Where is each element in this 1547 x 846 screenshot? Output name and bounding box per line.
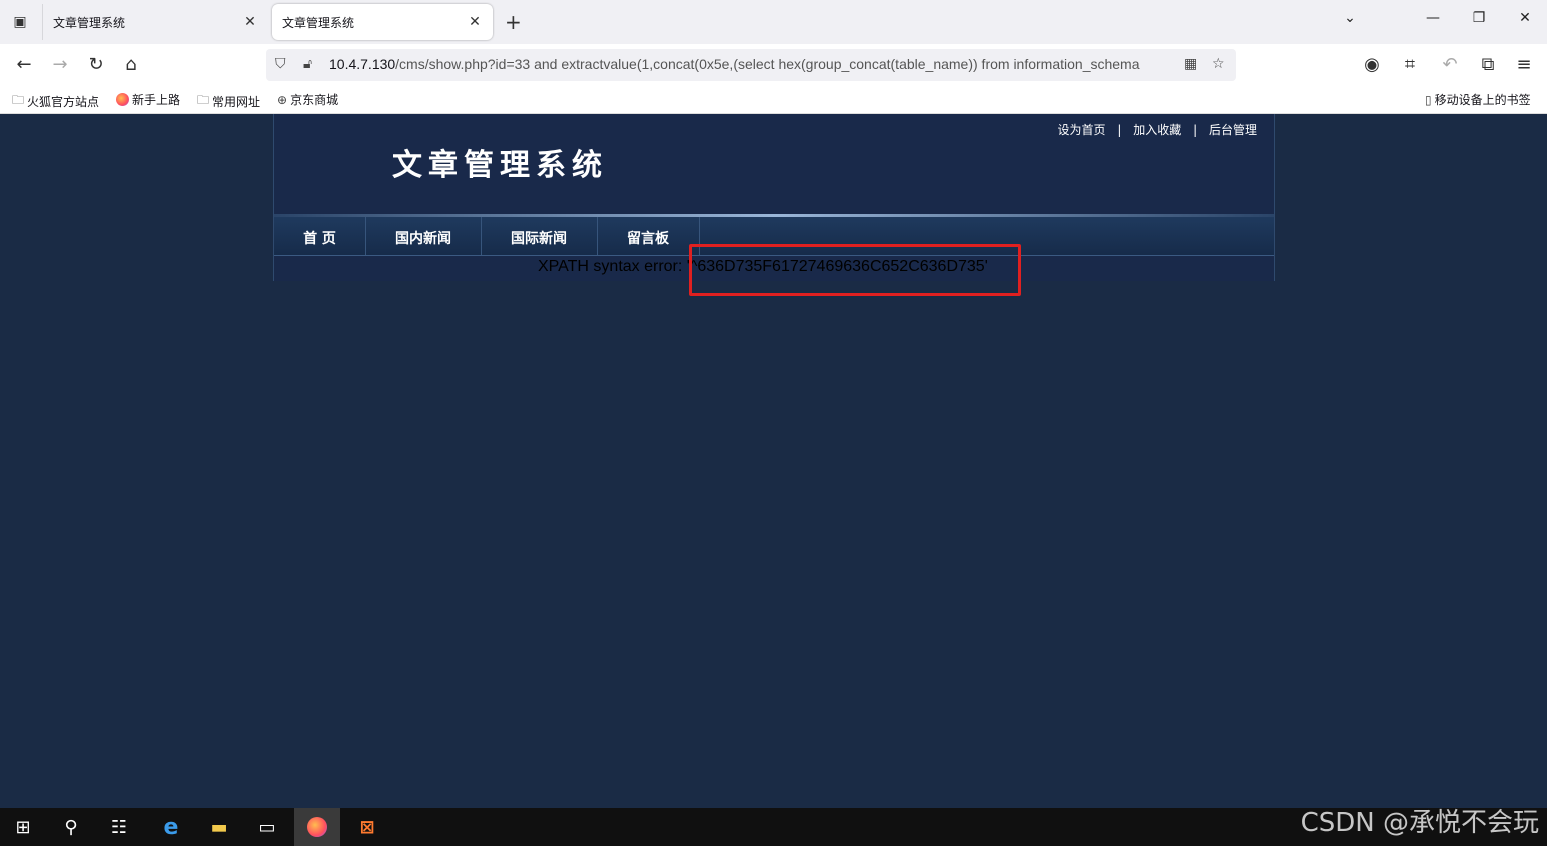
bookmarks-bar: 🗀︎ 火狐官方站点 新手上路 🗀︎ 常用网址 ⊕ 京东商城 ▯ 移动设备上的书签: [0, 86, 1547, 114]
add-favorite-link[interactable]: 加入收藏: [1133, 123, 1181, 137]
tab-active[interactable]: 文章管理系统 ✕: [272, 4, 493, 40]
menu-item-domestic-news[interactable]: 国内新闻: [365, 217, 482, 255]
firefox-taskbar-icon[interactable]: [294, 808, 340, 846]
reload-icon[interactable]: ↻: [84, 54, 108, 78]
url-text[interactable]: 10.4.7.130/cms/show.php?id=33 and extrac…: [329, 56, 1174, 74]
extensions-icon[interactable]: ⧉: [1476, 54, 1500, 78]
tab-inactive[interactable]: 文章管理系统 ✕: [42, 4, 268, 40]
taskbar: ⊞ ⚲ ☷ e ▬ ▭ ⊠ CSDN @承悦不会玩: [0, 808, 1547, 846]
bookmark-label: 常用网址: [212, 95, 261, 109]
internet-explorer-icon[interactable]: e: [148, 808, 194, 846]
mobile-icon: ▯: [1425, 92, 1432, 107]
bookmark-item[interactable]: ⊕ 京东商城: [277, 91, 338, 108]
separator: |: [1117, 123, 1122, 137]
set-homepage-link[interactable]: 设为首页: [1058, 123, 1106, 137]
xampp-icon[interactable]: ⊠: [344, 808, 390, 846]
menu-item-guestbook[interactable]: 留言板: [597, 217, 700, 255]
close-icon[interactable]: ✕: [467, 14, 483, 30]
bookmark-item[interactable]: 🗀︎ 常用网址: [197, 91, 260, 112]
new-tab-button[interactable]: +: [505, 11, 522, 33]
crop-icon[interactable]: ⌗: [1398, 54, 1422, 78]
tab-bar: ▣ 文章管理系统 ✕ 文章管理系统 ✕ + ⌄ — ❐ ✕: [0, 0, 1547, 44]
bookmark-item[interactable]: 🗀︎ 火狐官方站点: [12, 91, 99, 112]
account-icon[interactable]: ◉: [1360, 54, 1384, 78]
search-icon[interactable]: ⚲: [48, 808, 94, 846]
task-view-icon[interactable]: ☷: [96, 808, 142, 846]
url-bar[interactable]: ⛉ 🔓︎ 10.4.7.130/cms/show.php?id=33 and e…: [266, 49, 1236, 81]
star-icon[interactable]: ☆: [1212, 56, 1225, 72]
close-window-button[interactable]: ✕: [1513, 10, 1537, 26]
menu-icon[interactable]: ≡: [1512, 54, 1536, 78]
bookmark-label: 火狐官方站点: [27, 95, 100, 109]
file-explorer-icon[interactable]: ▬: [196, 808, 242, 846]
nav-toolbar: ← → ↻ ⌂ ⛉ 🔓︎ 10.4.7.130/cms/show.php?id=…: [0, 44, 1547, 86]
firefox-icon: [116, 93, 129, 106]
admin-link[interactable]: 后台管理: [1209, 123, 1257, 137]
bookmark-label: 移动设备上的书签: [1434, 93, 1531, 107]
minimize-button[interactable]: —: [1421, 10, 1445, 26]
csdn-watermark: CSDN @承悦不会玩: [1300, 808, 1539, 838]
folder-icon: 🗀︎: [197, 93, 210, 107]
bookmark-label: 京东商城: [290, 93, 339, 107]
forward-arrow-icon[interactable]: →: [48, 54, 72, 78]
url-path: /cms/show.php?id=33 and extractvalue(1,c…: [395, 56, 1140, 72]
windows-start-icon[interactable]: ⊞: [0, 808, 46, 846]
qr-code-icon[interactable]: ▦: [1184, 56, 1197, 72]
menu-item-home[interactable]: 首 页: [274, 217, 366, 255]
shield-icon[interactable]: ⛉: [275, 56, 286, 72]
restore-button[interactable]: ❐: [1467, 10, 1491, 26]
web-page: 设为首页 | 加入收藏 | 后台管理 文章管理系统 首 页 国内新闻 国际新闻 …: [0, 114, 1547, 808]
url-host: 10.4.7.130: [329, 56, 396, 72]
bookmark-label: 新手上路: [132, 93, 181, 107]
menu-item-international-news[interactable]: 国际新闻: [481, 217, 598, 255]
home-icon[interactable]: ⌂: [119, 54, 143, 78]
tab-list-icon[interactable]: ▣: [8, 10, 32, 34]
insecure-lock-icon[interactable]: 🔓︎: [303, 56, 312, 72]
undo-icon[interactable]: ↶: [1438, 54, 1462, 78]
site-title: 文章管理系统: [392, 148, 608, 183]
terminal-icon[interactable]: ▭: [244, 808, 290, 846]
highlight-annotation-box: [689, 244, 1021, 296]
tab-title: 文章管理系统: [282, 15, 355, 30]
globe-icon: ⊕: [277, 92, 288, 107]
top-links: 设为首页 | 加入收藏 | 后台管理: [1058, 121, 1257, 138]
separator: |: [1193, 123, 1198, 137]
tab-title: 文章管理系统: [53, 15, 126, 30]
chevron-down-icon[interactable]: ⌄: [1338, 10, 1362, 26]
mobile-bookmarks[interactable]: ▯ 移动设备上的书签: [1425, 91, 1531, 108]
back-arrow-icon[interactable]: ←: [12, 54, 36, 78]
folder-icon: 🗀︎: [12, 93, 25, 107]
close-icon[interactable]: ✕: [242, 14, 258, 30]
bookmark-item[interactable]: 新手上路: [116, 91, 180, 108]
